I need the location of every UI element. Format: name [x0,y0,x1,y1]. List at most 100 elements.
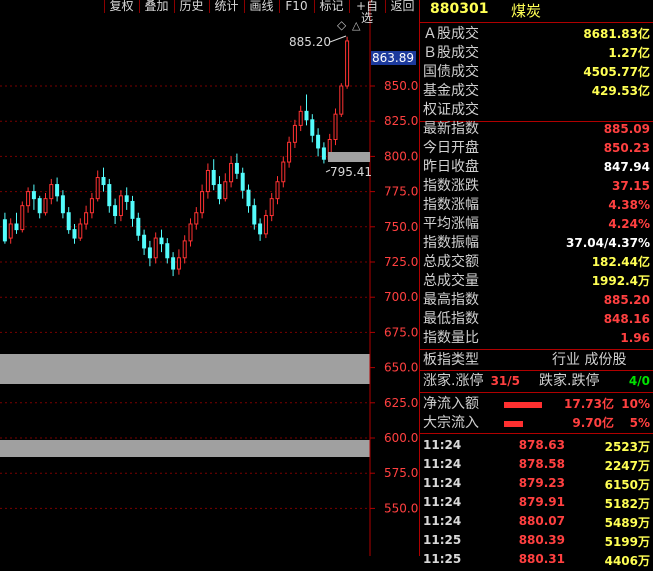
quote-row-value: 4.38% [608,198,650,212]
candle-body[interactable] [316,134,321,149]
down-count-value: 4/0 [628,374,650,388]
candle-body[interactable] [188,223,193,242]
candle-body[interactable] [258,223,263,235]
trade-time: 11:25 [423,533,462,547]
candle-body[interactable] [252,205,257,225]
trade-volume: 5199万 [604,535,650,549]
candle-body[interactable] [78,223,83,239]
candle-body[interactable] [26,191,31,207]
diamond-marker-icon[interactable]: ◇ [337,18,347,32]
statistics-button[interactable]: 统计 [210,0,243,13]
candle-body[interactable] [171,257,176,270]
trade-row: 11:24 878.58 2247万 [419,457,653,476]
candle-body[interactable] [205,169,210,193]
min-price-label: 795.41 [330,165,372,179]
candle-body[interactable] [275,181,280,200]
trade-time: 11:24 [423,495,462,509]
candle-body[interactable] [20,205,25,231]
candle-body[interactable] [49,184,54,200]
trade-price: 880.31 [518,552,565,566]
candle-body[interactable] [246,189,251,207]
restore-rights-button[interactable]: 复权 [105,0,138,13]
candle-body[interactable] [31,191,36,200]
quote-row-value: 37.04/4.37% [566,236,650,250]
candle-body[interactable] [95,177,100,200]
board-type-value[interactable]: 行业 成份股 [552,351,626,370]
candle-body[interactable] [72,229,77,239]
trade-volume: 6150万 [604,478,650,492]
kline-chart[interactable]: 850.0 825.0 800.0 775.0 750.0 725.0 700.0 675.0… [0,0,420,556]
overlay-button[interactable]: 叠加 [140,0,173,13]
candle-body[interactable] [142,234,147,249]
candle-body[interactable] [165,243,170,259]
candle-body[interactable] [223,181,228,200]
candle-body[interactable] [269,198,274,217]
candle-body[interactable] [107,184,112,207]
candle-body[interactable] [200,191,205,214]
trade-price: 879.23 [518,476,565,490]
candle-body[interactable] [339,85,344,115]
candle-body[interactable] [147,247,152,259]
blank-band-2 [0,440,370,457]
candle-body[interactable] [287,141,292,163]
candle-body[interactable] [113,205,118,217]
candle-body[interactable] [281,161,286,183]
candle-body[interactable] [321,147,326,160]
block-inflow-value: 9.70亿 [572,416,614,430]
candle-body[interactable] [55,184,60,197]
candle-body[interactable] [333,113,338,141]
candle-body[interactable] [194,212,199,225]
candle-body[interactable] [84,212,89,225]
candle-body[interactable] [310,119,315,136]
candle-body[interactable] [229,162,234,183]
triangle-marker-icon[interactable]: △ [352,19,361,32]
candle-body[interactable] [240,172,245,191]
history-button[interactable]: 历史 [175,0,208,13]
trade-volume: 5489万 [604,516,650,530]
trade-row: 11:24 878.63 2523万 [419,438,653,457]
back-button[interactable]: 返回 [386,0,419,13]
divider [419,22,653,23]
candle-body[interactable] [234,162,239,174]
candle-body[interactable] [124,195,129,202]
trade-time: 11:24 [423,457,462,471]
f10-button[interactable]: F10 [280,0,313,13]
candle-body[interactable] [176,257,181,270]
current-price-label: 863.89 [372,51,414,65]
quote-row-label: 指数涨跌 [423,178,479,194]
candle-body[interactable] [292,124,297,143]
quote-row: 指数量比 1.96 [419,329,653,348]
candle-body[interactable] [298,110,303,126]
y-tick-label: 825.0 [384,114,418,128]
add-favorite-button[interactable]: +自选 [350,0,384,24]
divider [419,370,653,371]
candle-body[interactable] [37,198,42,214]
draw-line-button[interactable]: 画线 [245,0,278,13]
quote-row-value: 1992.4万 [591,274,650,288]
candle-body[interactable] [217,184,222,200]
candle-body[interactable] [118,195,123,217]
candle-body[interactable] [211,169,216,186]
candle-body[interactable] [136,217,141,236]
mark-button[interactable]: 标记 [315,0,348,13]
candle-body[interactable] [345,40,350,87]
candle-body[interactable] [159,237,164,245]
quote-row: 总成交额 182.44亿 [419,253,653,272]
candle-body[interactable] [14,223,19,231]
candle-body[interactable] [43,198,48,214]
candle-body[interactable] [101,177,106,186]
candle-body[interactable] [182,240,187,259]
quote-row-value: 1.27亿 [608,46,650,60]
candle-body[interactable] [60,195,65,214]
quote-row-label: 今日开盘 [423,140,479,156]
candle-body[interactable] [130,200,135,219]
candle-body[interactable] [66,212,71,231]
candle-body[interactable] [153,237,158,259]
candle-body[interactable] [8,223,13,239]
candle-body[interactable] [89,198,94,214]
candle-body[interactable] [304,110,309,121]
quote-row-label: 昨日收盘 [423,159,479,175]
candle-body[interactable] [263,215,268,235]
quote-row-label: 指数振幅 [423,235,479,251]
candle-body[interactable] [2,219,7,242]
